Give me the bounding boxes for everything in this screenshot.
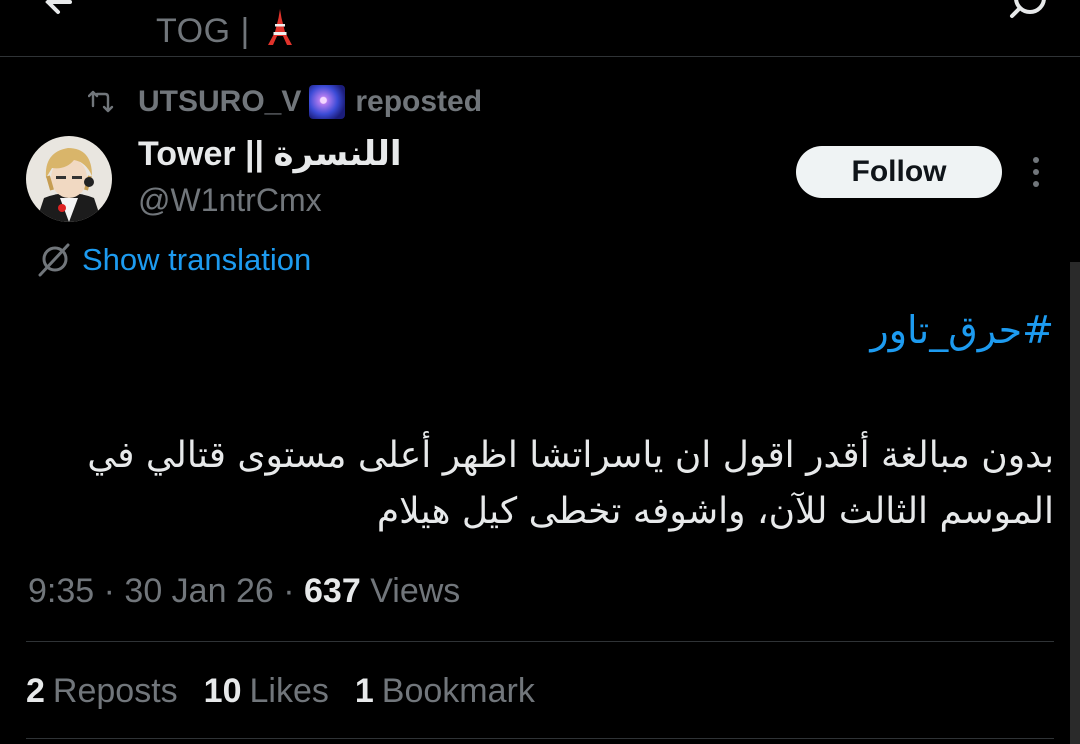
translate-icon: [38, 243, 70, 277]
show-translation-label: Show translation: [82, 242, 312, 277]
views-label: Views: [370, 572, 461, 610]
meta-separator: ·: [103, 572, 125, 610]
scrollbar[interactable]: [1070, 262, 1080, 744]
stats-row: 2 Reposts 10 Likes 1 Bookmark: [26, 672, 561, 711]
hashtag-link[interactable]: #حرق_تاور: [870, 308, 1054, 352]
bookmarks-stat[interactable]: 1 Bookmark: [355, 672, 535, 711]
repost-username[interactable]: UTSURO_V: [138, 85, 301, 119]
more-vertical-icon[interactable]: [1024, 154, 1048, 190]
header-tab-label[interactable]: TOG |: [156, 8, 294, 51]
follow-button[interactable]: Follow: [796, 146, 1002, 198]
tweet-text-line-1: بدون مبالغة أقدر اقول ان ياسراتشا اظهر أ…: [87, 435, 1054, 476]
show-translation-link[interactable]: Show translation: [36, 240, 311, 280]
tweet-text: بدون مبالغة أقدر اقول ان ياسراتشا اظهر أ…: [54, 428, 1054, 540]
stats-divider: [26, 738, 1054, 739]
author-handle[interactable]: @W1ntrCmx: [138, 182, 322, 219]
likes-count: 10: [203, 672, 242, 710]
meta-divider: [26, 641, 1054, 642]
tweet-time[interactable]: 9:35: [28, 572, 94, 610]
milky-way-emoji: [309, 85, 346, 119]
repost-indicator[interactable]: UTSURO_V reposted: [88, 82, 482, 122]
arrow-left-icon[interactable]: [40, 0, 80, 22]
reposts-count: 2: [26, 672, 45, 710]
views-count: 637: [304, 572, 361, 610]
avatar[interactable]: [26, 136, 112, 222]
header-tab-text: TOG |: [156, 12, 250, 50]
tweet-date[interactable]: 30 Jan 26: [124, 572, 273, 610]
search-icon[interactable]: [1006, 0, 1050, 22]
tweet-detail-page: TOG | UTSURO_V reposted Tower || اللنسرة…: [0, 0, 1080, 744]
repost-label: reposted: [355, 85, 483, 118]
bookmarks-label: Bookmark: [381, 672, 535, 710]
reposts-label: Reposts: [52, 672, 178, 710]
header-divider: [0, 56, 1080, 57]
meta-separator: ·: [283, 572, 305, 610]
tweet-text-line-2: الموسم الثالث للآن، واشوفه تخطى كيل هيلا…: [376, 491, 1054, 532]
avatar-image: [26, 136, 112, 222]
repost-text: UTSURO_V reposted: [138, 85, 482, 119]
likes-label: Likes: [249, 672, 329, 710]
likes-stat[interactable]: 10 Likes: [204, 672, 329, 711]
tokyo-tower-emoji: [267, 9, 292, 45]
tweet-meta: 9:35 · 30 Jan 26 · 637 Views: [28, 572, 460, 611]
bookmarks-count: 1: [354, 672, 374, 710]
author-name[interactable]: Tower || اللنسرة: [138, 134, 402, 174]
repost-icon: [88, 90, 114, 113]
top-header: TOG |: [0, 0, 1080, 56]
reposts-stat[interactable]: 2 Reposts: [26, 672, 178, 711]
